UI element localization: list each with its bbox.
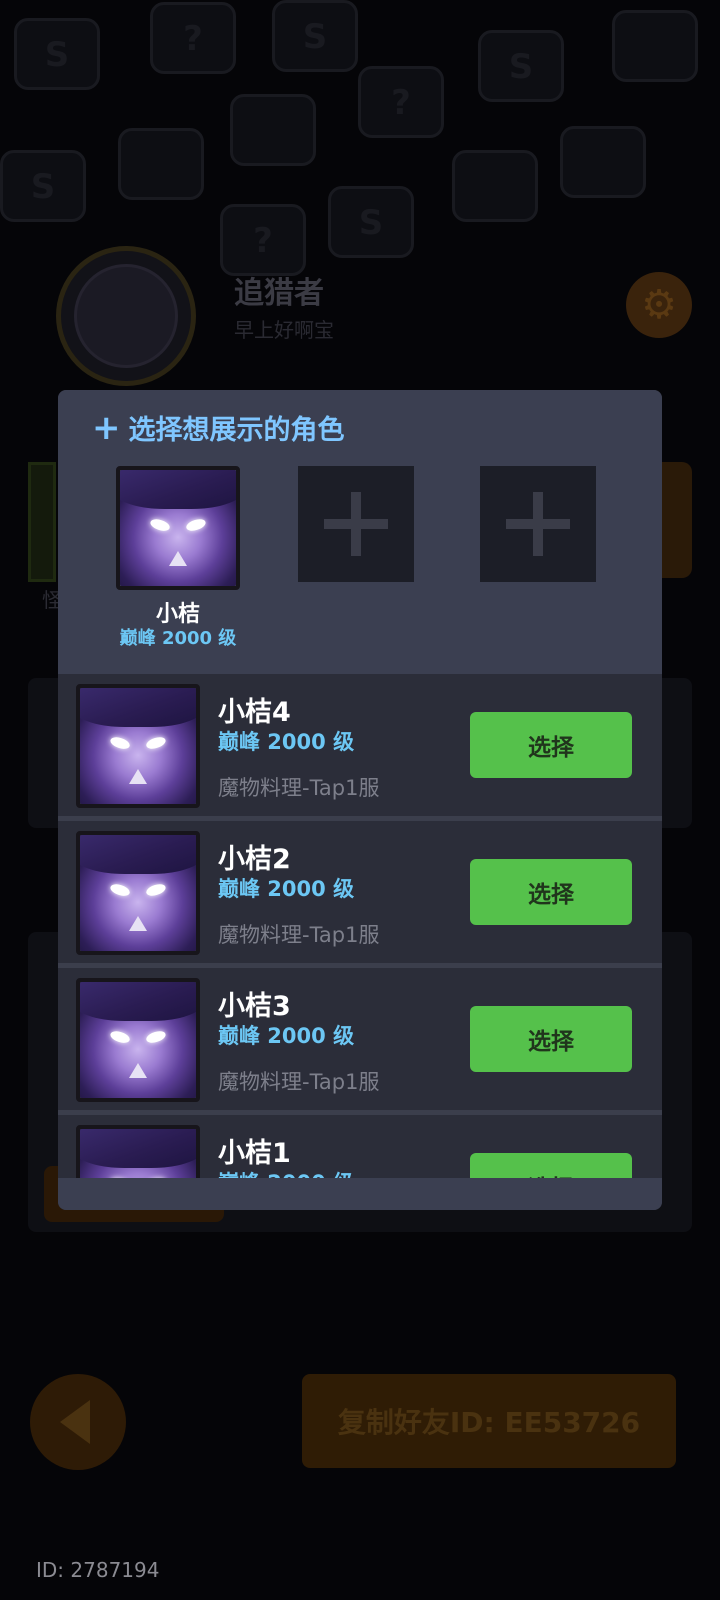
character-name: 小桔4 bbox=[218, 697, 291, 728]
chest-pattern-icon: ? bbox=[220, 204, 306, 276]
character-portrait bbox=[76, 831, 200, 955]
back-arrow-icon bbox=[60, 1400, 90, 1444]
settings-button[interactable]: ⚙ bbox=[626, 272, 692, 338]
character-level: 巅峰 2000 级 bbox=[218, 1167, 354, 1178]
character-server: 魔物料理-Tap1服 bbox=[218, 1070, 380, 1094]
chest-pattern-icon bbox=[230, 94, 316, 166]
character-name: 小桔3 bbox=[218, 991, 291, 1022]
chest-pattern-icon: ? bbox=[150, 2, 236, 74]
list-item[interactable]: 小桔1 巅峰 2000 级 选择 bbox=[58, 1110, 662, 1178]
character-portrait bbox=[76, 1125, 200, 1178]
chest-pattern-icon bbox=[612, 10, 698, 82]
chest-pattern-icon bbox=[118, 128, 204, 200]
back-button[interactable] bbox=[30, 1374, 126, 1470]
copy-friend-id-button[interactable]: 复制好友ID: EE53726 bbox=[302, 1374, 676, 1468]
showcase-slot-2[interactable] bbox=[298, 466, 414, 582]
background-pattern: S ? S S ? S S ? bbox=[0, 0, 720, 276]
select-button[interactable]: 选择 bbox=[470, 712, 632, 778]
chest-pattern-icon: ? bbox=[358, 66, 444, 138]
chest-pattern-icon bbox=[452, 150, 538, 222]
showcase-slot-3[interactable] bbox=[480, 466, 596, 582]
character-portrait bbox=[76, 684, 200, 808]
bg-card-left bbox=[28, 462, 56, 582]
profile-avatar[interactable] bbox=[56, 246, 196, 386]
gear-icon: ⚙ bbox=[641, 282, 677, 328]
showcase-slot-level: 巅峰 2000 级 bbox=[119, 628, 237, 649]
plus-icon: + bbox=[92, 407, 121, 448]
list-item[interactable]: 小桔3 巅峰 2000 级 魔物料理-Tap1服 选择 bbox=[58, 963, 662, 1105]
character-server: 魔物料理-Tap1服 bbox=[218, 923, 380, 947]
plus-icon bbox=[324, 492, 388, 556]
showcase-slot-1[interactable] bbox=[116, 466, 240, 590]
plus-icon bbox=[506, 492, 570, 556]
chest-pattern-icon bbox=[560, 126, 646, 198]
chest-pattern-icon: S bbox=[478, 30, 564, 102]
character-level: 巅峰 2000 级 bbox=[218, 1024, 355, 1048]
list-item[interactable]: 小桔4 巅峰 2000 级 魔物料理-Tap1服 选择 bbox=[58, 674, 662, 816]
list-item[interactable]: 小桔2 巅峰 2000 级 魔物料理-Tap1服 选择 bbox=[58, 816, 662, 958]
select-button[interactable]: 选择 bbox=[470, 859, 632, 925]
profile-nickname: 追猎者 bbox=[234, 276, 324, 311]
modal-footer bbox=[58, 1178, 662, 1210]
profile-greeting: 早上好啊宝 bbox=[234, 318, 334, 342]
chest-pattern-icon: S bbox=[272, 0, 358, 72]
character-list[interactable]: 小桔4 巅峰 2000 级 魔物料理-Tap1服 选择 小桔2 巅峰 2000 … bbox=[58, 674, 662, 1178]
select-button[interactable]: 选择 bbox=[470, 1006, 632, 1072]
chest-pattern-icon: S bbox=[0, 150, 86, 222]
character-portrait bbox=[120, 470, 236, 586]
chest-pattern-icon: S bbox=[328, 186, 414, 258]
player-id: ID: 2787194 bbox=[36, 1558, 160, 1582]
modal-title-text: 选择想展示的角色 bbox=[128, 415, 345, 446]
modal-title: + 选择想展示的角色 bbox=[92, 408, 345, 447]
modal-header: + 选择想展示的角色 小桔 巅峰 2000 级 bbox=[58, 390, 662, 674]
character-select-modal: + 选择想展示的角色 小桔 巅峰 2000 级 小桔4 巅峰 2000 级 魔物… bbox=[58, 390, 662, 1210]
chest-pattern-icon: S bbox=[14, 18, 100, 90]
character-level: 巅峰 2000 级 bbox=[218, 877, 355, 901]
character-level: 巅峰 2000 级 bbox=[218, 730, 355, 754]
character-name: 小桔1 bbox=[218, 1138, 291, 1169]
character-name: 小桔2 bbox=[218, 844, 291, 875]
character-server: 魔物料理-Tap1服 bbox=[218, 776, 380, 800]
avatar-image bbox=[74, 264, 178, 368]
select-button[interactable]: 选择 bbox=[470, 1153, 632, 1178]
character-portrait bbox=[76, 978, 200, 1102]
